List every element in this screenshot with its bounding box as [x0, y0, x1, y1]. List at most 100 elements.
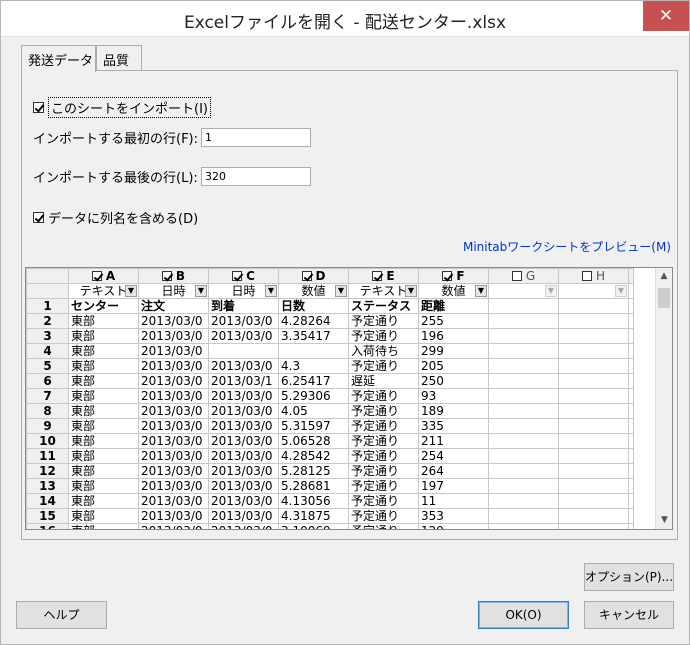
table-row: 1 センター 注文 到着 日数 ステータス 距離: [26, 298, 634, 314]
column-header-row: A B C D E F G H: [26, 268, 634, 284]
table-cell: [488, 313, 559, 329]
column-letter: G: [525, 269, 536, 283]
table-cell: 2013/03/0: [208, 403, 279, 419]
last-row-input[interactable]: [201, 167, 311, 186]
column-type-select[interactable]: 日時 ▼: [208, 283, 279, 299]
column-include-checkbox[interactable]: [301, 271, 312, 281]
table-cell: 東部: [68, 358, 139, 374]
spare-cell: [628, 328, 634, 344]
table-cell: [488, 403, 559, 419]
chevron-down-icon[interactable]: ▼: [545, 285, 557, 297]
close-button[interactable]: ✕: [643, 1, 689, 31]
row-number: 9: [26, 418, 69, 434]
chevron-down-icon[interactable]: ▼: [265, 285, 277, 297]
table-row: 5 東部 2013/03/0 2013/03/0 4.3 予定通り 205: [26, 358, 634, 374]
column-type-select[interactable]: 日時 ▼: [138, 283, 209, 299]
column-include-checkbox[interactable]: [511, 271, 522, 281]
tab-shipping-data[interactable]: 発送データ: [21, 45, 96, 72]
column-type-value: 数値: [301, 284, 326, 298]
column-include-checkbox[interactable]: [91, 271, 102, 281]
table-cell: 日数: [278, 298, 349, 314]
column-include-checkbox[interactable]: [161, 271, 172, 281]
column-header[interactable]: H: [558, 268, 629, 284]
spare-cell: [628, 448, 634, 464]
tab-quality[interactable]: 品質: [96, 45, 142, 71]
column-type-select[interactable]: 数値 ▼: [418, 283, 489, 299]
chevron-down-icon[interactable]: ▼: [405, 285, 417, 297]
corner-cell: [26, 268, 69, 284]
scroll-down-icon[interactable]: ▼: [656, 512, 672, 529]
column-type-value: 日時: [161, 284, 186, 298]
column-header[interactable]: F: [418, 268, 489, 284]
table-cell: 2013/03/0: [208, 508, 279, 524]
table-cell: 4.28264: [278, 313, 349, 329]
cancel-button[interactable]: キャンセル: [584, 601, 674, 629]
spare-cell: [628, 523, 634, 529]
grid-vertical-scrollbar[interactable]: ▲ ▼: [655, 268, 672, 529]
table-cell: [488, 433, 559, 449]
import-sheet-checkbox[interactable]: [33, 102, 44, 113]
table-row: 15 東部 2013/03/0 2013/03/0 4.31875 予定通り 353: [26, 508, 634, 524]
column-header[interactable]: A: [68, 268, 139, 284]
column-letter: C: [246, 269, 255, 283]
options-button[interactable]: オプション(P)...: [584, 563, 674, 591]
column-include-checkbox[interactable]: [442, 271, 453, 281]
table-cell: 東部: [68, 418, 139, 434]
table-cell: 予定通り: [348, 508, 419, 524]
scroll-up-icon[interactable]: ▲: [656, 268, 672, 285]
column-letter: H: [595, 269, 606, 283]
table-cell: [558, 478, 629, 494]
help-button[interactable]: ヘルプ: [16, 601, 107, 629]
table-cell: [488, 343, 559, 359]
column-type-select[interactable]: テキスト ▼: [348, 283, 419, 299]
table-cell: 予定通り: [348, 433, 419, 449]
column-type-select[interactable]: テキスト ▼: [68, 283, 139, 299]
column-type-select[interactable]: ▼: [558, 283, 629, 299]
table-row: 8 東部 2013/03/0 2013/03/0 4.05 予定通り 189: [26, 403, 634, 419]
ok-button[interactable]: OK(O): [478, 601, 569, 629]
chevron-down-icon[interactable]: ▼: [475, 285, 487, 297]
row-number: 4: [26, 343, 69, 359]
row-number: 10: [26, 433, 69, 449]
table-cell: 2013/03/0: [138, 418, 209, 434]
chevron-down-icon[interactable]: ▼: [125, 285, 137, 297]
table-cell: 予定通り: [348, 493, 419, 509]
first-row-input[interactable]: [201, 128, 311, 147]
column-type-select[interactable]: 数値 ▼: [278, 283, 349, 299]
include-colnames-checkbox[interactable]: [33, 212, 44, 223]
table-cell: 東部: [68, 463, 139, 479]
column-letter: D: [315, 269, 326, 283]
last-row-label: インポートする最後の行(L):: [33, 171, 198, 186]
column-include-checkbox[interactable]: [372, 271, 383, 281]
table-cell: 予定通り: [348, 523, 419, 529]
column-header[interactable]: E: [348, 268, 419, 284]
column-include-checkbox[interactable]: [581, 271, 592, 281]
column-letter: F: [456, 269, 465, 283]
table-cell: 4.28542: [278, 448, 349, 464]
column-type-row: テキスト ▼ 日時 ▼ 日時 ▼ 数値 ▼ テキスト ▼ 数値 ▼ ▼ ▼: [26, 283, 634, 299]
include-colnames-label[interactable]: データに列名を含める(D): [48, 208, 198, 227]
column-header[interactable]: D: [278, 268, 349, 284]
column-header[interactable]: C: [208, 268, 279, 284]
chevron-down-icon[interactable]: ▼: [615, 285, 627, 297]
column-type-select[interactable]: ▼: [488, 283, 559, 299]
table-cell: 2013/03/0: [208, 418, 279, 434]
preview-grid: A B C D E F G H テキスト ▼ 日時 ▼ 日時 ▼ 数値 ▼ テキスト ▼ 数値 ▼ ▼ ▼ 1 センター 注文到…: [25, 267, 673, 530]
table-cell: 東部: [68, 373, 139, 389]
column-header[interactable]: G: [488, 268, 559, 284]
column-type-value: 数値: [441, 284, 466, 298]
table-cell: 2013/03/0: [138, 403, 209, 419]
table-cell: 東部: [68, 313, 139, 329]
table-cell: [558, 373, 629, 389]
import-sheet-row: このシートをインポート(I): [33, 97, 211, 118]
preview-worksheet-link[interactable]: Minitabワークシートをプレビュー(M): [463, 238, 671, 255]
column-header[interactable]: B: [138, 268, 209, 284]
spare-cell: [628, 433, 634, 449]
scroll-thumb[interactable]: [658, 288, 670, 308]
table-cell: 2013/03/0: [208, 433, 279, 449]
chevron-down-icon[interactable]: ▼: [335, 285, 347, 297]
chevron-down-icon[interactable]: ▼: [195, 285, 207, 297]
import-sheet-label[interactable]: このシートをインポート(I): [48, 97, 211, 118]
column-include-checkbox[interactable]: [232, 271, 243, 281]
row-number: 13: [26, 478, 69, 494]
